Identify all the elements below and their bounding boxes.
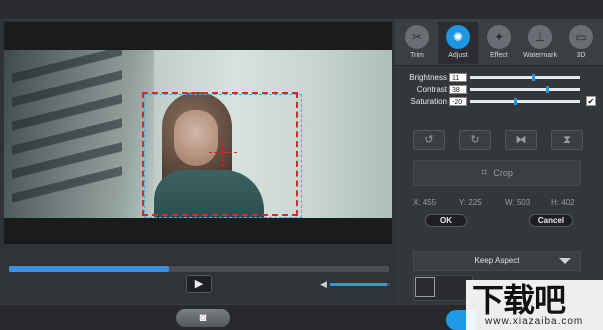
video-preview (4, 22, 392, 244)
crop-label: Crop (493, 168, 513, 178)
apply-all-checkbox[interactable]: ✔ (586, 96, 596, 106)
crop-region[interactable] (142, 92, 298, 216)
contrast-row: Contrast 38 (395, 84, 603, 95)
brightness-slider[interactable] (470, 74, 580, 81)
contrast-label: Contrast (416, 85, 447, 94)
crop-w-value: W: 503 (505, 198, 531, 207)
snapshot-button[interactable]: ◙ (176, 309, 230, 327)
camera-icon: ◙ (199, 312, 207, 324)
scissors-icon: ✂ (405, 25, 429, 49)
saturation-slider[interactable] (470, 98, 580, 105)
saturation-input[interactable]: -20 (449, 97, 467, 106)
site-logo-text: 下载吧 (472, 281, 566, 319)
tab-adjust[interactable]: ✺ Adjust (438, 22, 478, 64)
3d-glasses-icon: ▭ (569, 25, 593, 49)
brightness-icon: ✺ (446, 25, 470, 49)
contrast-input[interactable]: 38 (449, 85, 467, 94)
title-bar (0, 0, 603, 20)
play-icon: ▶ (194, 278, 204, 290)
crop-center-marker (209, 152, 237, 153)
volume-icon[interactable]: ◀ (320, 279, 327, 290)
crop-icon: ⌗ (481, 167, 488, 179)
magic-wand-icon: ✦ (487, 25, 511, 49)
tab-label: Effect (490, 52, 508, 59)
crop-center-marker (222, 139, 223, 167)
cancel-button[interactable]: Cancel (529, 214, 573, 227)
brightness-label: Brightness (409, 73, 447, 82)
rotate-left-icon: ↺ (424, 134, 434, 146)
flip-horizontal-icon: ⧓ (515, 134, 527, 146)
saturation-label: Saturation (410, 97, 447, 106)
edit-tabs: ✂ Trim ✺ Adjust ✦ Effect ⊥ Watermark ▭ 3D (395, 20, 603, 66)
aspect-dropdown[interactable]: Keep Aspect (413, 251, 581, 271)
saturation-row: Saturation -20 ✔ (395, 96, 603, 107)
rotate-right-icon: ↻ (470, 134, 480, 146)
flip-horizontal-button[interactable]: ⧓ (505, 130, 537, 150)
brightness-row: Brightness 11 (395, 72, 603, 83)
chevron-down-icon (559, 258, 571, 264)
adjust-sliders: Brightness 11 Contrast 38 Saturation -20… (395, 72, 603, 108)
tab-trim[interactable]: ✂ Trim (397, 22, 437, 64)
tab-3d[interactable]: ▭ 3D (561, 22, 601, 64)
tab-label: Trim (410, 52, 424, 59)
ok-button[interactable]: OK (425, 214, 467, 227)
flip-vertical-icon: ⧗ (563, 134, 571, 146)
site-logo-url: www.xiazaiba.com (485, 316, 584, 327)
play-button[interactable]: ▶ (186, 275, 212, 293)
tab-label: 3D (576, 52, 586, 59)
crop-h-value: H: 402 (551, 198, 575, 207)
playback-progress[interactable] (9, 266, 389, 272)
crop-x-value: X: 455 (413, 198, 437, 207)
tab-effect[interactable]: ✦ Effect (479, 22, 519, 64)
crop-coordinates: X: 455 Y: 225 W: 503 H: 402 (413, 198, 581, 210)
rotate-right-button[interactable]: ↻ (459, 130, 491, 150)
option-checkbox[interactable] (415, 277, 435, 297)
saturation-knob[interactable] (514, 98, 517, 105)
watermark-icon: ⊥ (528, 25, 552, 49)
crop-button[interactable]: ⌗ Crop (413, 160, 581, 186)
brightness-knob[interactable] (531, 74, 535, 81)
contrast-slider[interactable] (470, 86, 580, 93)
crop-y-value: Y: 225 (459, 198, 482, 207)
video-editor-window: ▶ ◀ ◙ ✂ Trim ✺ Adjust ✦ Effect ⊥ Watermark ▭ 3D B… (0, 0, 603, 330)
aspect-value: Keep Aspect (474, 256, 520, 265)
volume-fill (330, 283, 387, 286)
tab-label: Watermark (523, 52, 557, 59)
building-image (4, 50, 154, 218)
edit-panel: ✂ Trim ✺ Adjust ✦ Effect ⊥ Watermark ▭ 3D Brightn… (395, 20, 603, 304)
volume-slider[interactable] (330, 283, 390, 286)
contrast-knob[interactable] (545, 86, 549, 93)
rotate-left-button[interactable]: ↺ (413, 130, 445, 150)
tab-watermark[interactable]: ⊥ Watermark (520, 22, 560, 64)
progress-fill (9, 266, 169, 272)
flip-vertical-button[interactable]: ⧗ (551, 130, 583, 150)
rotate-flip-toolbar: ↺ ↻ ⧓ ⧗ (413, 130, 593, 152)
tab-label: Adjust (448, 52, 468, 59)
brightness-input[interactable]: 11 (449, 73, 467, 82)
